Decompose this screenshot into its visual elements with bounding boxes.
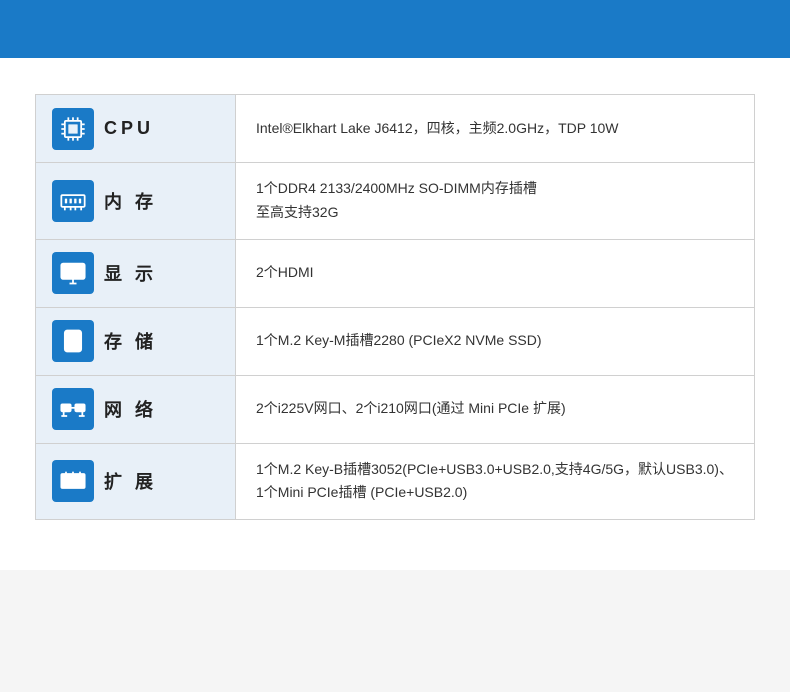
spec-value-text-display: 2个HDMI	[256, 261, 314, 285]
spec-label-storage: 存 储	[36, 308, 236, 375]
spec-label-text-network: 网 络	[104, 396, 157, 422]
spec-label-memory: 内 存	[36, 163, 236, 239]
spec-value-text-expansion: 1个M.2 Key-B插槽3052(PCIe+USB3.0+USB2.0,支持4…	[256, 458, 734, 506]
spec-label-text-display: 显 示	[104, 260, 157, 286]
spec-value-network: 2个i225V网口、2个i210网口(通过 Mini PCIe 扩展)	[236, 376, 754, 443]
spec-label-cpu: CPU	[36, 95, 236, 162]
spec-icon-cpu	[52, 108, 94, 150]
page-wrapper: CPU Intel®Elkhart Lake J6412，四核，主频2.0GHz…	[0, 0, 790, 570]
banner-section	[0, 0, 790, 58]
spec-value-text-storage: 1个M.2 Key-M插槽2280 (PCIeX2 NVMe SSD)	[256, 329, 542, 353]
spec-icon-storage	[52, 320, 94, 362]
bottom-space	[0, 550, 790, 570]
spec-icon-display	[52, 252, 94, 294]
spec-value-storage: 1个M.2 Key-M插槽2280 (PCIeX2 NVMe SSD)	[236, 308, 754, 375]
spec-value-text-memory: 1个DDR4 2133/2400MHz SO-DIMM内存插槽至高支持32G	[256, 177, 537, 225]
spec-label-network: 网 络	[36, 376, 236, 443]
spec-value-expansion: 1个M.2 Key-B插槽3052(PCIe+USB3.0+USB2.0,支持4…	[236, 444, 754, 520]
spec-label-text-memory: 内 存	[104, 188, 157, 214]
spec-label-text-storage: 存 储	[104, 328, 157, 354]
spec-icon-expansion	[52, 460, 94, 502]
spec-label-text-cpu: CPU	[104, 118, 154, 139]
spec-row-display: 显 示 2个HDMI	[36, 240, 754, 308]
spec-value-cpu: Intel®Elkhart Lake J6412，四核，主频2.0GHz，TDP…	[236, 95, 754, 162]
spec-row-expansion: 扩 展 1个M.2 Key-B插槽3052(PCIe+USB3.0+USB2.0…	[36, 444, 754, 520]
spec-value-text-network: 2个i225V网口、2个i210网口(通过 Mini PCIe 扩展)	[256, 397, 566, 421]
spec-row-cpu: CPU Intel®Elkhart Lake J6412，四核，主频2.0GHz…	[36, 95, 754, 163]
spec-icon-memory	[52, 180, 94, 222]
spec-row-memory: 内 存 1个DDR4 2133/2400MHz SO-DIMM内存插槽至高支持3…	[36, 163, 754, 240]
spec-label-display: 显 示	[36, 240, 236, 307]
spec-table: CPU Intel®Elkhart Lake J6412，四核，主频2.0GHz…	[35, 94, 755, 520]
spacer	[0, 58, 790, 94]
spec-row-network: 网 络 2个i225V网口、2个i210网口(通过 Mini PCIe 扩展)	[36, 376, 754, 444]
spec-value-text-cpu: Intel®Elkhart Lake J6412，四核，主频2.0GHz，TDP…	[256, 117, 619, 141]
spec-value-display: 2个HDMI	[236, 240, 754, 307]
spec-label-expansion: 扩 展	[36, 444, 236, 520]
spec-row-storage: 存 储 1个M.2 Key-M插槽2280 (PCIeX2 NVMe SSD)	[36, 308, 754, 376]
spec-label-text-expansion: 扩 展	[104, 468, 157, 494]
spec-icon-network	[52, 388, 94, 430]
spec-value-memory: 1个DDR4 2133/2400MHz SO-DIMM内存插槽至高支持32G	[236, 163, 754, 239]
